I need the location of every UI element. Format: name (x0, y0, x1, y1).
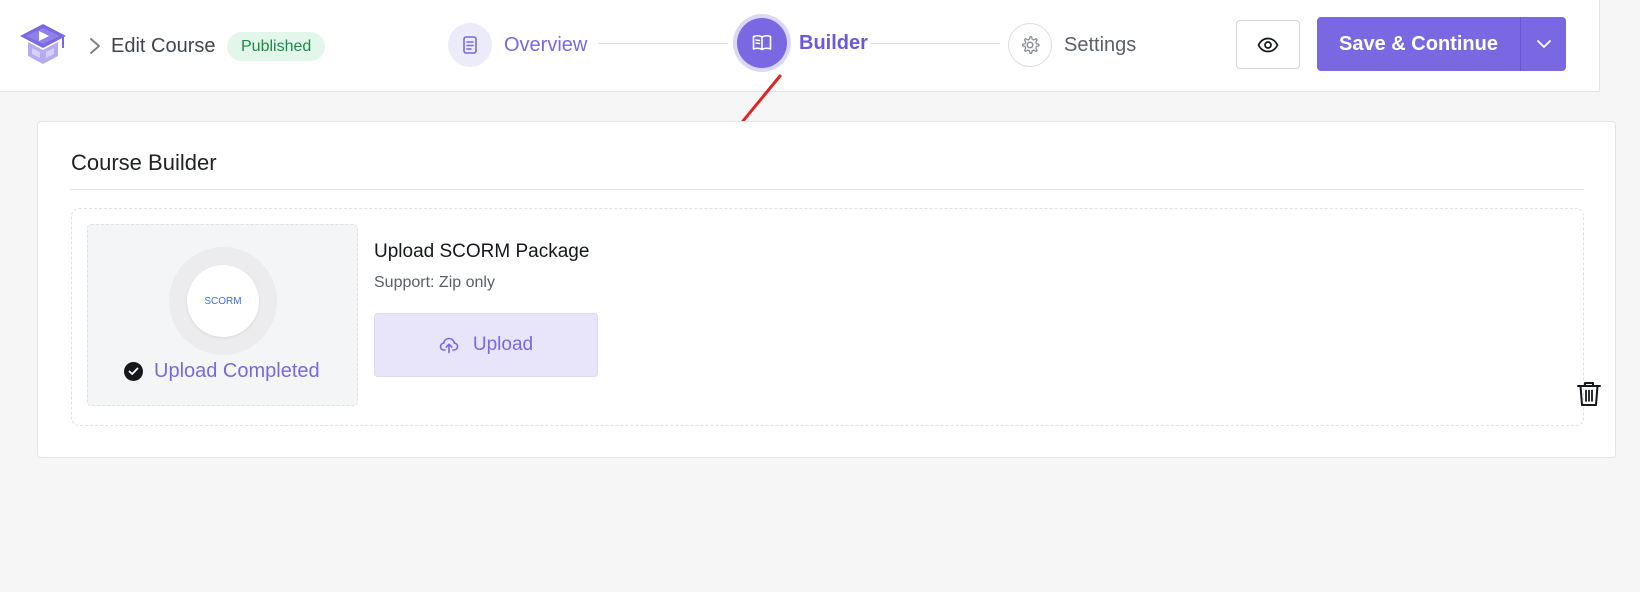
scorm-ring: SCORM (169, 247, 277, 355)
divider (70, 189, 1584, 190)
open-book-icon (752, 35, 772, 51)
step-builder-label: Builder (799, 32, 868, 54)
step-builder[interactable]: Builder (737, 18, 868, 68)
step-connector (598, 43, 728, 44)
support-text: Support: Zip only (374, 274, 495, 291)
step-settings-circle (1008, 23, 1052, 67)
trash-icon[interactable] (1576, 380, 1602, 408)
scorm-thumbnail: SCORM Upload Completed (87, 224, 358, 406)
chevron-down-icon (1536, 40, 1551, 48)
status-badge: Published (227, 32, 326, 61)
breadcrumb-title: Edit Course (111, 35, 216, 57)
scorm-package-box: SCORM Upload Completed Upload SCORM Pack… (71, 208, 1601, 426)
logo-icon[interactable] (18, 20, 68, 66)
course-builder-card: Course Builder SCORM Upload Completed Up… (37, 121, 1616, 458)
gear-icon (1022, 36, 1040, 54)
scorm-logo: SCORM (187, 265, 259, 337)
eye-icon (1257, 37, 1279, 52)
step-overview[interactable]: Overview (448, 22, 587, 68)
step-connector (870, 43, 1000, 44)
step-settings[interactable]: Settings (1008, 22, 1136, 68)
upload-status-text: Upload Completed (154, 359, 320, 382)
top-bar: Edit Course Published Overview Builder S… (0, 0, 1600, 92)
chevron-right-icon (90, 38, 100, 54)
save-dropdown-button[interactable] (1521, 17, 1566, 71)
preview-button[interactable] (1236, 20, 1300, 69)
page-title: Course Builder (71, 150, 217, 175)
step-overview-circle (448, 23, 492, 67)
upload-button[interactable]: Upload (374, 313, 598, 377)
step-builder-circle (737, 18, 787, 68)
save-button-group: Save & Continue (1317, 17, 1566, 71)
upload-status: Upload Completed (124, 358, 320, 384)
upload-button-label: Upload (472, 334, 534, 355)
step-settings-label: Settings (1064, 34, 1137, 56)
save-continue-button[interactable]: Save & Continue (1317, 17, 1520, 71)
package-title: Upload SCORM Package (374, 241, 590, 262)
cloud-upload-icon (439, 337, 459, 354)
document-icon (463, 36, 477, 54)
check-circle-icon (124, 361, 143, 381)
step-overview-label: Overview (504, 34, 588, 56)
